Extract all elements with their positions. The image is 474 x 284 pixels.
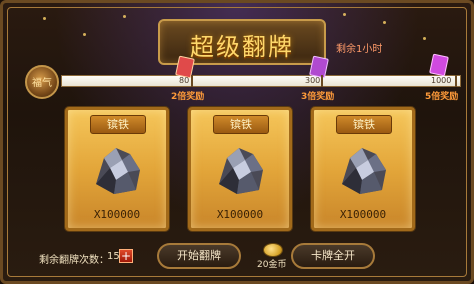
card-quantity: X100000 [339, 208, 387, 221]
plus-icon[interactable]: + [119, 249, 133, 263]
firework-spark [343, 13, 346, 16]
marker-value: 80 [179, 76, 190, 85]
flip-cost: 20金币 [257, 243, 291, 271]
iron-ore-icon [219, 148, 263, 194]
iron-ore-icon [342, 148, 386, 194]
card-quantity: X100000 [216, 208, 264, 221]
reveal-all-button[interactable]: 卡牌全开 [291, 243, 375, 269]
firework-spark [423, 37, 426, 40]
progress-track [61, 75, 461, 87]
firework-spark [123, 15, 126, 18]
progress-marker [321, 75, 323, 87]
card-item-name: 镔铁 [213, 115, 269, 134]
reward-ticket-icon [429, 53, 449, 77]
card-row: 镔铁 X100000 镔铁 X100000 镔铁 X100000 [3, 107, 474, 235]
card-item-name: 镔铁 [336, 115, 392, 134]
flip-card[interactable]: 镔铁 X100000 [65, 107, 169, 231]
gold-coin-icon [263, 243, 283, 257]
time-remaining: 剩余1小时 [336, 44, 383, 55]
firework-spark [383, 21, 386, 24]
footer-bar: 剩余翻牌次数： 15 + 开始翻牌 20金币 卡牌全开 [3, 237, 474, 277]
reward-multiplier-label: 2倍奖励 [171, 92, 205, 102]
progress-marker [455, 75, 457, 87]
marker-value: 1000 [431, 76, 452, 85]
remaining-flips-label: 剩余翻牌次数： [39, 255, 109, 266]
firework-spark [83, 33, 86, 36]
flip-card[interactable]: 镔铁 X100000 [188, 107, 292, 231]
flip-card[interactable]: 镔铁 X100000 [311, 107, 415, 231]
fortune-badge-icon: 福气 [25, 65, 59, 99]
marker-value: 300 [305, 76, 321, 85]
progress-marker [191, 75, 193, 87]
card-item-name: 镔铁 [90, 115, 146, 134]
start-flip-button[interactable]: 开始翻牌 [157, 243, 241, 269]
card-quantity: X100000 [93, 208, 141, 221]
reward-multiplier-label: 3倍奖励 [301, 92, 335, 102]
firework-spark [43, 17, 46, 20]
remaining-flips-count: 15 [107, 251, 120, 262]
dialog-frame: 超级翻牌 剩余1小时 福气 80 300 1000 2倍奖励 3倍奖励 5倍奖励… [0, 0, 474, 284]
progress-row: 福气 80 300 1000 2倍奖励 3倍奖励 5倍奖励 [25, 53, 461, 102]
iron-ore-icon [96, 148, 140, 194]
reward-multiplier-label: 5倍奖励 [425, 92, 459, 102]
